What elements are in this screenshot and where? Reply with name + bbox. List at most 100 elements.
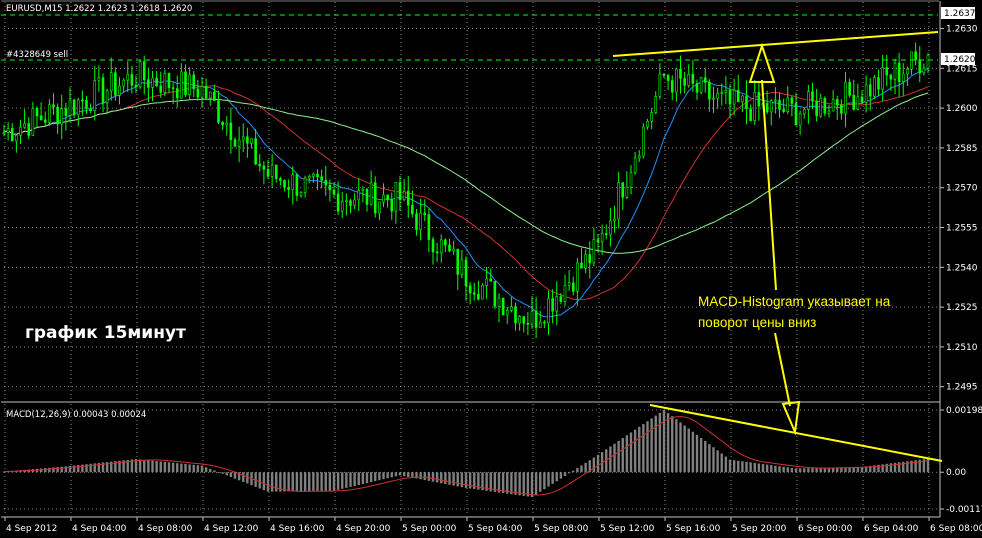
candle-body [736, 89, 740, 103]
macd-bar [704, 441, 707, 473]
macd-bar [695, 434, 699, 473]
candle-body [662, 73, 666, 76]
macd-tick-label: -0.00117 [946, 505, 982, 515]
candle-body [217, 100, 220, 123]
candle-body [741, 95, 744, 103]
candle-body [860, 96, 864, 103]
time-tick-label: 4 Sep 08:00 [138, 524, 193, 534]
candle-body [134, 84, 138, 88]
macd-bar [501, 472, 505, 494]
candle-body [250, 138, 253, 144]
candle-body [782, 109, 785, 112]
macd-bar [621, 438, 624, 473]
macd-tick-label: 0.00 [946, 468, 966, 478]
price-tick-label: 1.2555 [946, 224, 978, 234]
candle-body [646, 121, 649, 128]
candle-body [15, 134, 18, 142]
candle-body [769, 100, 773, 113]
macd-bar [629, 432, 633, 473]
candle-body [571, 282, 575, 292]
macd-bar [365, 472, 369, 484]
candle-body [122, 79, 125, 87]
candle-body [283, 180, 286, 188]
candle-body [155, 77, 158, 87]
candle-body [811, 91, 814, 102]
macd-bar [761, 464, 765, 473]
candle-body [831, 99, 835, 112]
candle-body [188, 74, 191, 95]
macd-bar [56, 467, 59, 473]
macd-bar [151, 460, 154, 473]
candle-body [316, 173, 319, 178]
candle-body [147, 79, 150, 88]
candle-body [877, 77, 880, 90]
candle-body [6, 128, 10, 133]
macd-bar [592, 457, 596, 473]
time-tick-label: 4 Sep 16:00 [270, 524, 325, 534]
time-tick-label: 5 Sep 08:00 [534, 524, 589, 534]
macd-bar [506, 472, 509, 494]
candle-body [794, 103, 798, 126]
candle-body [353, 199, 356, 206]
candle-body [138, 61, 142, 88]
candle-body [204, 85, 208, 99]
macd-bar [270, 472, 274, 492]
macd-bar [456, 472, 459, 487]
candle-body [576, 262, 579, 292]
macd-bar [803, 468, 806, 473]
candle-body [411, 204, 414, 215]
candle-body [563, 284, 567, 302]
macd-bar [716, 450, 719, 473]
time-tick-label: 5 Sep 12:00 [600, 524, 655, 534]
candle-body [728, 90, 732, 105]
candle-body [105, 90, 109, 104]
candle-body [60, 108, 64, 125]
candle-body [592, 239, 596, 264]
macd-bar [452, 472, 455, 486]
candle-body [551, 298, 554, 312]
candle-body [192, 74, 196, 90]
macd-bar [419, 472, 422, 480]
candle-body [460, 259, 464, 275]
chart-canvas[interactable]: EURUSD,M15 1.2622 1.2623 1.2618 1.2620 #… [0, 0, 982, 538]
top-price-marker: 1.2637 [944, 9, 976, 19]
macd-bar [52, 467, 55, 473]
candle-body [85, 100, 88, 109]
candle-body [345, 200, 348, 203]
candle-body [559, 296, 563, 302]
candle-body [452, 248, 455, 252]
candle-body [658, 73, 662, 97]
candle-body [621, 182, 625, 198]
candle-body [864, 84, 868, 103]
candle-body [844, 81, 847, 114]
candle-body [52, 104, 55, 108]
candle-body [873, 77, 876, 97]
macd-bar [563, 472, 567, 476]
candle-body [489, 278, 493, 282]
macd-bar [770, 465, 773, 473]
candle-body [580, 262, 583, 269]
macd-bar [213, 470, 216, 473]
macd-bar [324, 472, 327, 491]
candle-body [703, 77, 707, 83]
time-tick-label: 5 Sep 16:00 [666, 524, 721, 534]
macd-bar [555, 472, 558, 482]
macd-bar [176, 463, 179, 473]
candle-body [534, 310, 538, 328]
candle-body [427, 214, 431, 240]
candle-body [274, 164, 278, 179]
macd-bar [328, 472, 332, 491]
candle-body [505, 310, 509, 316]
price-tick-label: 1.2630 [946, 25, 978, 35]
candle-body [926, 54, 930, 69]
macd-bar [378, 472, 381, 481]
macd-bar [596, 454, 600, 473]
candle-body [270, 164, 274, 177]
macd-bar [283, 472, 286, 492]
macd-bar [567, 472, 571, 474]
candle-body [184, 71, 187, 95]
candle-body [332, 189, 336, 195]
candle-body [790, 97, 794, 104]
macd-bar [291, 472, 294, 492]
candle-body [823, 97, 827, 114]
